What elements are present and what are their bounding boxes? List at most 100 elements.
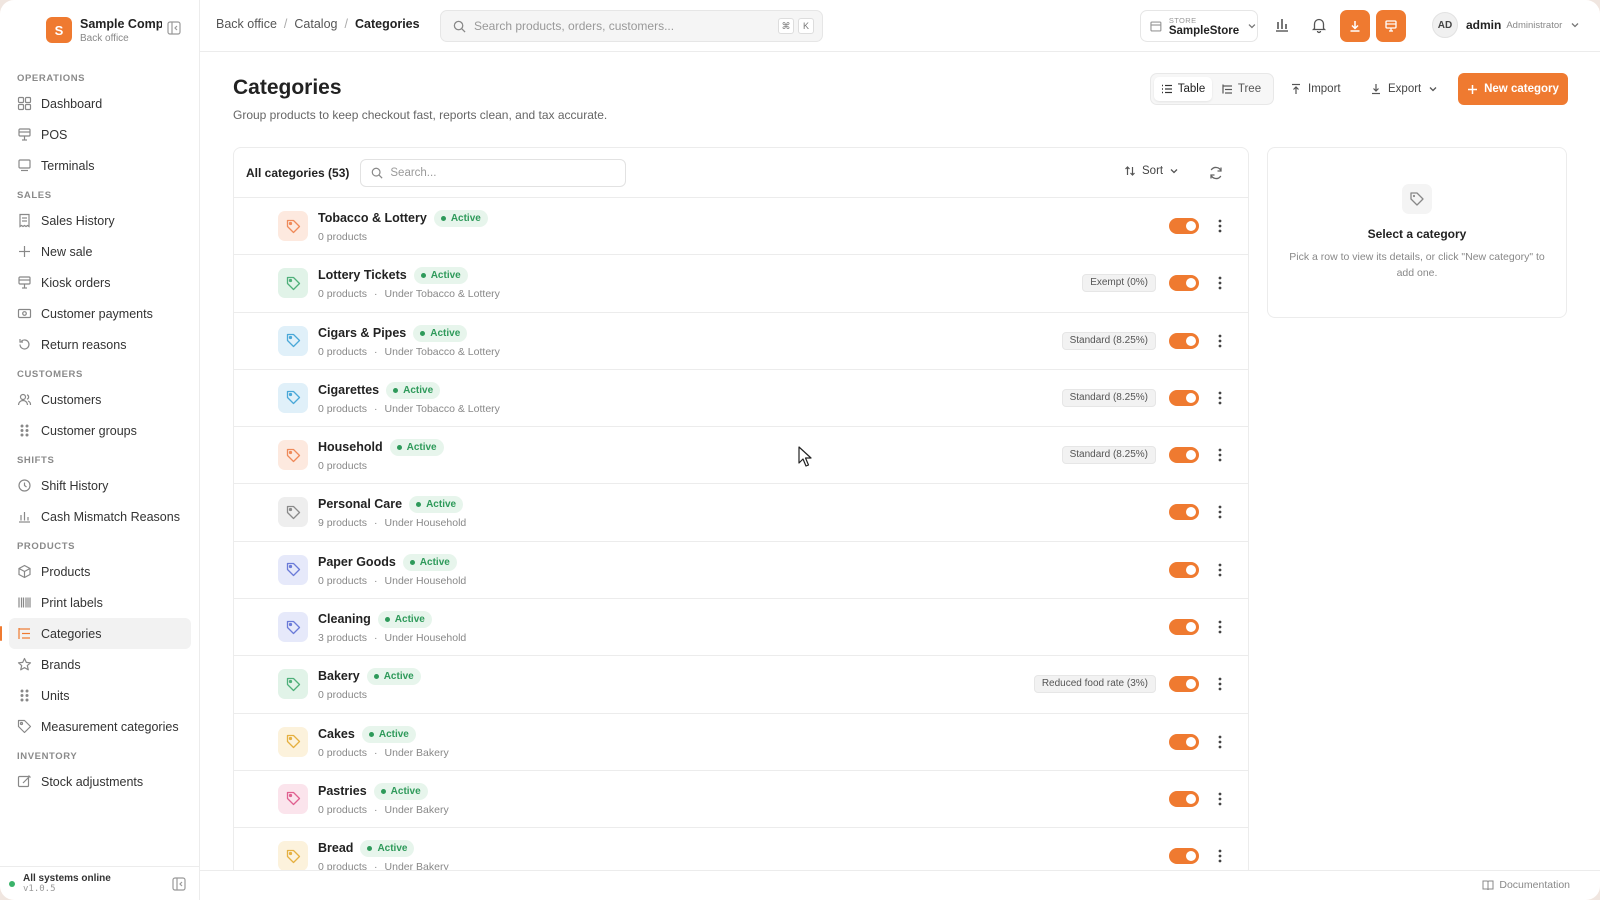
sidebar-item-stock-adjustments[interactable]: Stock adjustments <box>9 766 191 797</box>
category-name: Cleaning Active <box>318 611 432 629</box>
table-row[interactable]: Household Active 0 products Standard (8.25%… <box>234 427 1248 485</box>
view-tree-label: Tree <box>1237 83 1262 95</box>
breadcrumb-back-office[interactable]: Back office <box>216 17 277 31</box>
status-badge: Active <box>386 381 441 399</box>
sidebar-item-brands[interactable]: Brands <box>9 649 191 680</box>
sidebar-item-sales-history[interactable]: Sales History <box>9 205 191 236</box>
import-button[interactable]: Import <box>1290 77 1341 101</box>
table-row[interactable]: Cigarettes Active 0 products · Under Tobacco… <box>234 370 1248 428</box>
user-menu[interactable]: AD admin Administrator <box>1432 12 1580 38</box>
sidebar-item-print-labels[interactable]: Print labels <box>9 587 191 618</box>
brand-name: Sample Compa <box>80 16 162 31</box>
active-toggle[interactable] <box>1169 447 1199 464</box>
active-toggle[interactable] <box>1169 790 1199 807</box>
table-row[interactable]: Bakery Active 0 products Reduced food rate … <box>234 656 1248 714</box>
sidebar-item-customer-payments[interactable]: Customer payments <box>9 298 191 329</box>
table-row[interactable]: Paper Goods Active 0 products · Under Househ… <box>234 542 1248 600</box>
store-icon <box>1150 21 1162 32</box>
collapse-sidebar-icon[interactable] <box>172 877 186 891</box>
category-name: Bakery Active <box>318 668 421 686</box>
sort-button[interactable]: Sort <box>1124 165 1185 177</box>
sidebar-item-pos[interactable]: POS <box>9 119 191 150</box>
table-row[interactable]: Tobacco & Lottery Active 0 products <box>234 198 1248 256</box>
table-row[interactable]: Cakes Active 0 products · Under Bakery <box>234 714 1248 771</box>
breadcrumb-catalog[interactable]: Catalog <box>294 17 337 31</box>
active-toggle[interactable] <box>1169 504 1199 521</box>
table-row[interactable]: Lottery Tickets Active 0 products · Under To… <box>234 255 1248 313</box>
tag-icon <box>278 612 308 643</box>
status-badge: Active <box>433 210 488 227</box>
sidebar-item-label: Categories <box>41 626 102 641</box>
active-toggle[interactable] <box>1169 218 1199 234</box>
pos-terminal-button[interactable] <box>1376 10 1406 42</box>
refresh-icon[interactable] <box>1208 165 1224 181</box>
active-toggle[interactable] <box>1169 389 1199 406</box>
more-options-icon[interactable] <box>1217 848 1223 864</box>
more-options-icon[interactable] <box>1217 619 1223 635</box>
documentation-link[interactable]: Documentation <box>1482 879 1570 891</box>
sidebar-item-label: Shift History <box>41 478 109 493</box>
category-meta: 0 products · Under Tobacco & Lottery <box>318 345 500 358</box>
more-options-icon[interactable] <box>1217 333 1223 349</box>
bell-icon[interactable] <box>1310 16 1328 34</box>
more-options-icon[interactable] <box>1217 734 1223 750</box>
table-row[interactable]: Personal Care Active 9 products · Under Hous… <box>234 484 1248 542</box>
download-button[interactable] <box>1340 10 1370 42</box>
sidebar-item-cash-mismatch-reasons[interactable]: Cash Mismatch Reasons <box>9 501 191 532</box>
more-options-icon[interactable] <box>1217 504 1223 520</box>
brand[interactable]: S Sample Compa Back office <box>46 12 191 48</box>
category-detail-panel: Select a category Pick a row to view its… <box>1267 147 1567 318</box>
active-toggle[interactable] <box>1169 733 1199 750</box>
active-toggle[interactable] <box>1169 619 1199 636</box>
sidebar-item-kiosk-orders[interactable]: Kiosk orders <box>9 267 191 298</box>
status-badge-text: Active <box>377 843 408 855</box>
sidebar-item-categories[interactable]: Categories <box>0 618 191 649</box>
global-search-input[interactable] <box>474 19 774 33</box>
category-name-text: Paper Goods <box>318 554 396 569</box>
sidebar-item-terminals[interactable]: Terminals <box>9 150 191 181</box>
detail-title: Select a category <box>1367 227 1467 241</box>
active-toggle[interactable] <box>1169 332 1199 349</box>
store-selector[interactable]: STORE SampleStore <box>1140 10 1258 42</box>
table-row[interactable]: Cleaning Active 3 products · Under Household <box>234 599 1248 657</box>
more-options-icon[interactable] <box>1217 676 1223 692</box>
sidebar-item-customer-groups[interactable]: Customer groups <box>9 415 191 446</box>
export-button[interactable]: Export <box>1370 77 1444 101</box>
view-table-button[interactable]: Table <box>1154 77 1212 101</box>
more-options-icon[interactable] <box>1217 218 1223 234</box>
more-options-icon[interactable] <box>1217 275 1223 291</box>
sidebar-item-return-reasons[interactable]: Return reasons <box>9 329 191 360</box>
view-tree-button[interactable]: Tree <box>1212 77 1270 101</box>
category-name-text: Cleaning <box>318 611 371 626</box>
more-options-icon[interactable] <box>1217 447 1223 463</box>
users-icon <box>17 393 32 406</box>
sidebar-item-units[interactable]: Units <box>9 680 191 711</box>
book-icon <box>1482 880 1494 891</box>
list-search[interactable] <box>360 158 627 187</box>
more-options-icon[interactable] <box>1217 390 1223 406</box>
active-toggle[interactable] <box>1169 275 1199 292</box>
active-toggle[interactable] <box>1169 561 1199 578</box>
sidebar-item-label: Units <box>41 688 70 703</box>
global-search[interactable]: ⌘ K <box>440 10 823 42</box>
table-row[interactable]: Pastries Active 0 products · Under Bakery <box>234 771 1248 829</box>
new-category-button[interactable]: New category <box>1458 73 1568 105</box>
sidebar-item-shift-history[interactable]: Shift History <box>9 470 191 501</box>
sidebar-item-new-sale[interactable]: New sale <box>9 236 191 267</box>
analytics-icon[interactable] <box>1273 16 1291 34</box>
active-toggle[interactable] <box>1169 676 1199 693</box>
plus-icon <box>1468 84 1478 94</box>
list-search-input[interactable] <box>390 166 611 179</box>
sidebar-item-products[interactable]: Products <box>9 556 191 587</box>
sidebar-item-dashboard[interactable]: Dashboard <box>9 88 191 119</box>
sidebar-item-customers[interactable]: Customers <box>9 384 191 415</box>
active-toggle[interactable] <box>1169 848 1199 865</box>
parent-category: Under Household <box>384 574 467 587</box>
sidebar-collapse-icon[interactable] <box>167 21 181 35</box>
sidebar-item-measurement-categories[interactable]: Measurement categories <box>9 711 191 742</box>
chevron-down-icon <box>1170 169 1178 174</box>
product-count: 0 products <box>318 402 368 415</box>
more-options-icon[interactable] <box>1217 791 1223 807</box>
more-options-icon[interactable] <box>1217 562 1223 578</box>
table-row[interactable]: Cigars & Pipes Active 0 products · Under Tob… <box>234 313 1248 370</box>
